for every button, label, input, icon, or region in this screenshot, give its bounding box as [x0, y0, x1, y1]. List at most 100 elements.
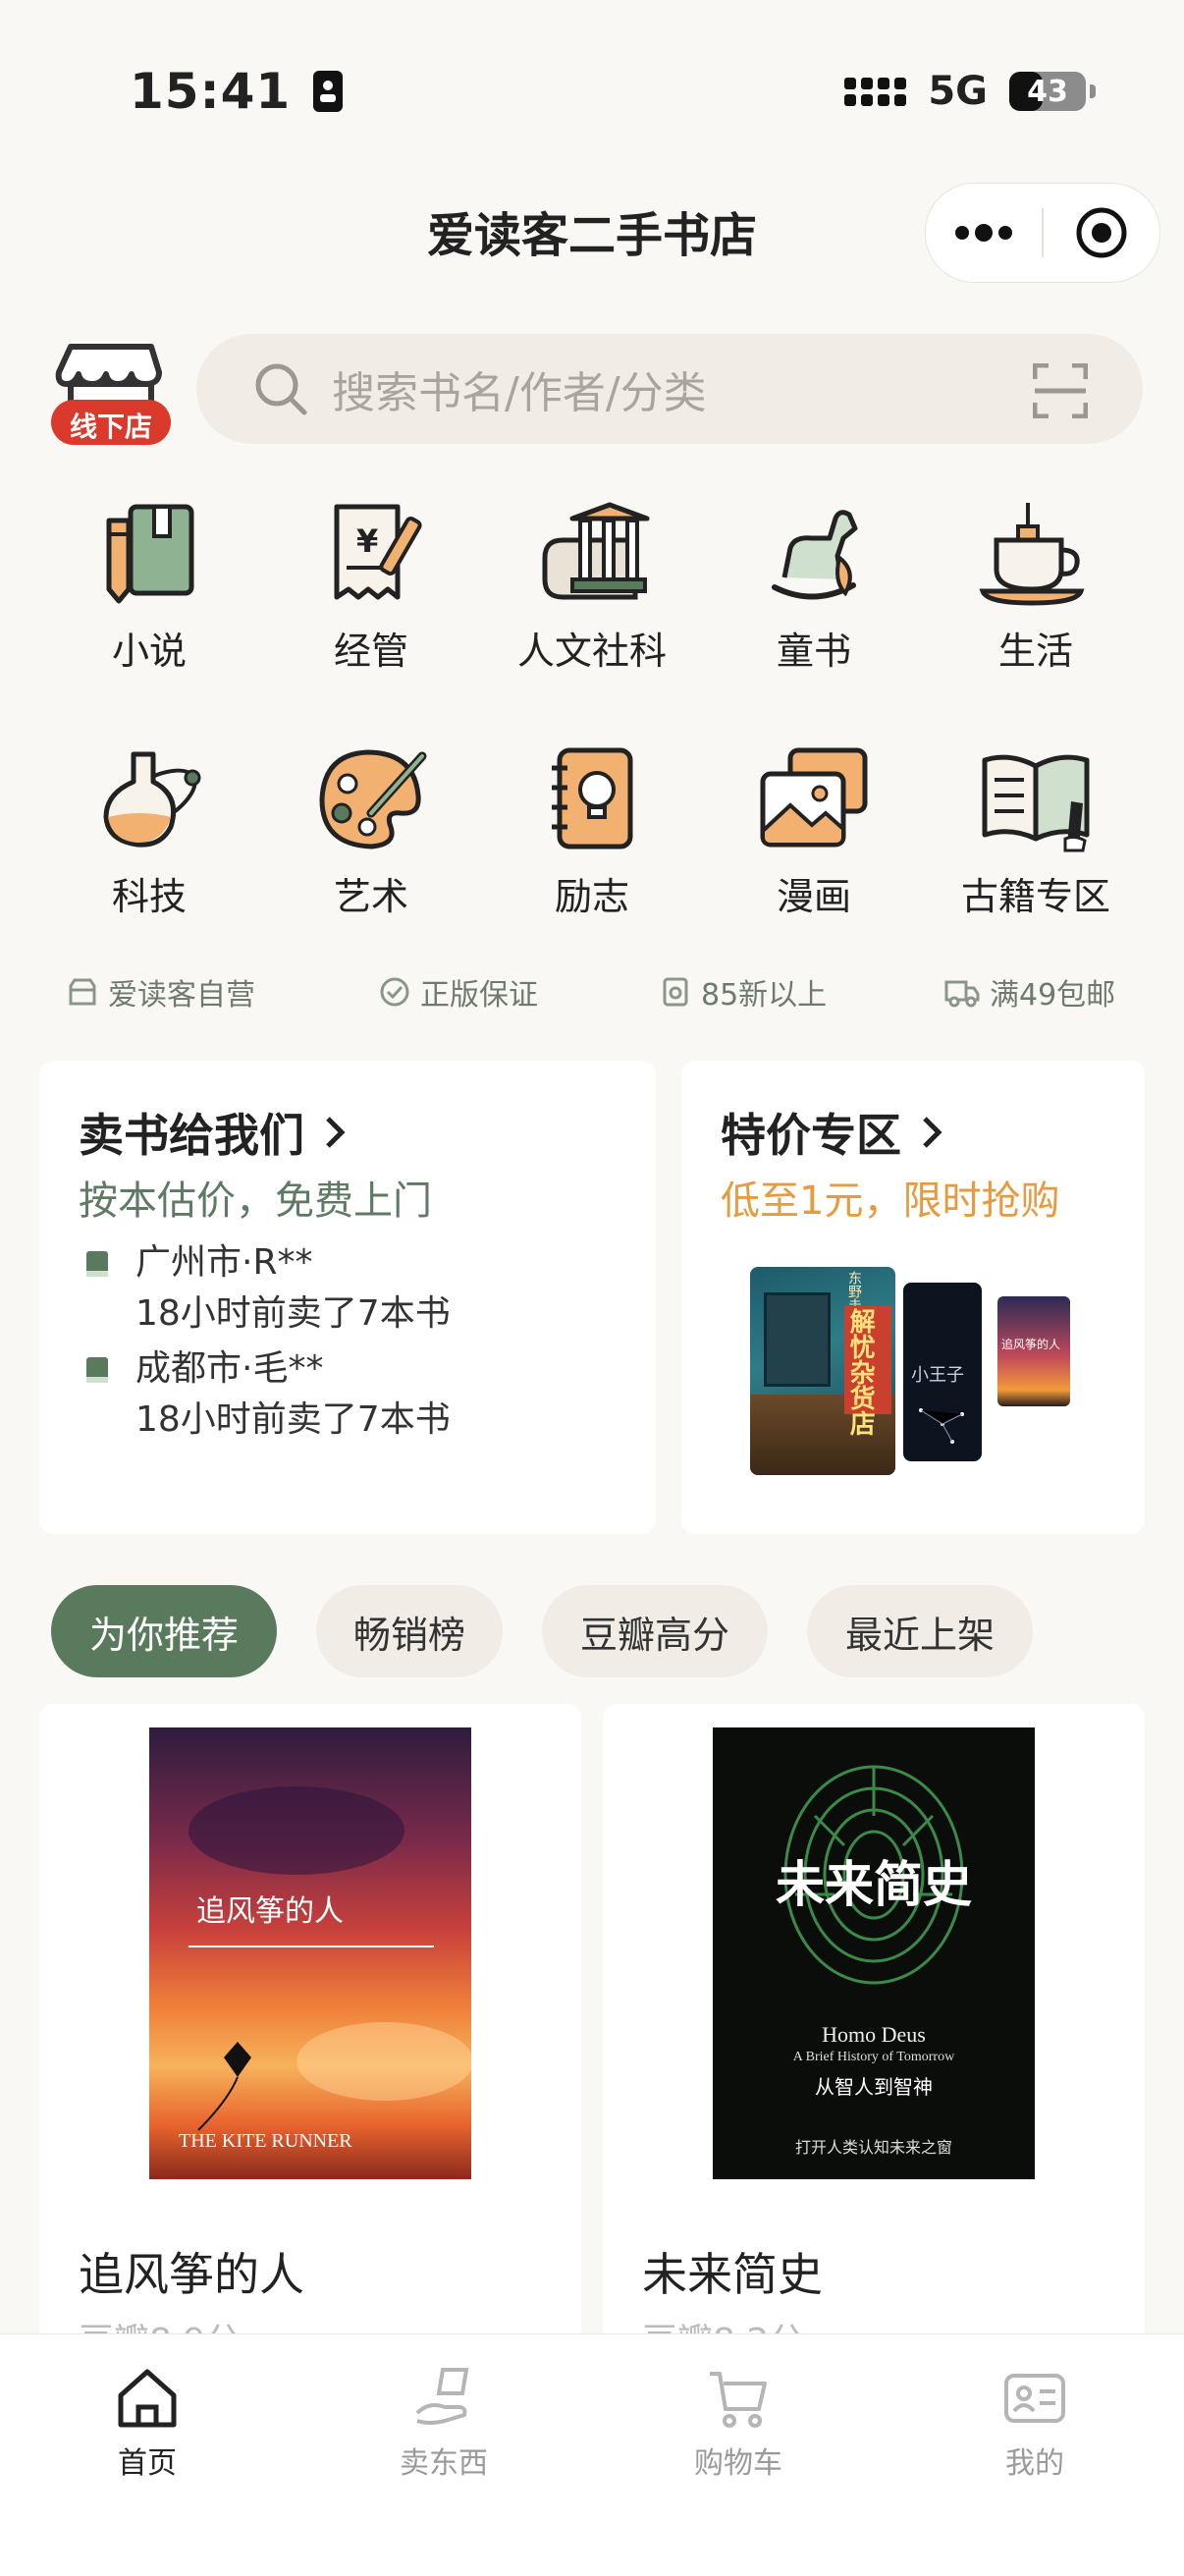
category-label: 童书: [776, 630, 851, 673]
cover-cn-subtitle: 从智人到智神: [815, 2075, 933, 2099]
quality-icon: [663, 977, 688, 1007]
truck-icon: [944, 980, 980, 1008]
temple-icon: [542, 502, 650, 600]
signal-icon: [844, 77, 907, 106]
sell-card-subtitle: 按本估价，免费上门: [79, 1178, 432, 1224]
tab-douban-top[interactable]: 豆瓣高分: [542, 1585, 768, 1677]
record-target-icon: [1076, 207, 1127, 258]
sell-record: [82, 1355, 112, 1389]
shop-small-icon: [69, 978, 96, 1006]
constellation-illustration: [919, 1408, 964, 1444]
product-card[interactable]: 追风筝的人 THE KITE RUNNER 追风筝的人 豆瓣8.9分: [39, 1704, 581, 2391]
offline-store-button[interactable]: 线下店: [49, 339, 173, 447]
novel-book-icon: [106, 504, 194, 604]
tab-bestseller[interactable]: 畅销榜: [316, 1585, 503, 1677]
category-comics[interactable]: 漫画: [716, 744, 912, 920]
category-label: 经管: [333, 630, 408, 673]
category-art[interactable]: 艺术: [273, 744, 469, 920]
product-card[interactable]: 未来简史 Homo Deus A Brief History of Tomorr…: [603, 1704, 1145, 2391]
guarantee-free-shipping: 满49包邮: [944, 970, 1115, 1014]
cover-title: 追风筝的人: [196, 1895, 344, 1928]
svg-text:¥: ¥: [356, 522, 378, 560]
tabbar-home[interactable]: 首页: [49, 2364, 245, 2482]
guarantee-self-operated: 爱读客自营: [67, 970, 255, 1014]
category-label: 生活: [997, 630, 1073, 673]
book-icon: [86, 1357, 108, 1383]
guarantee-authentic: 正版保证: [379, 970, 538, 1014]
category-label: 人文社科: [516, 630, 667, 673]
receipt-icon: ¥: [334, 504, 422, 600]
idea-notebook-icon: [552, 747, 633, 850]
sell-record-detail: 18小时前卖了7本书: [135, 1399, 451, 1440]
battery-icon: 43: [1009, 72, 1086, 111]
category-inspiration[interactable]: 励志: [494, 744, 690, 920]
sale-card-title: 特价专区: [721, 1100, 942, 1165]
guarantee-condition: 85新以上: [660, 970, 827, 1014]
tabbar-sell[interactable]: 卖东西: [346, 2364, 542, 2482]
category-science[interactable]: 科技: [51, 744, 247, 920]
tab-recommended[interactable]: 为你推荐: [51, 1585, 277, 1677]
category-ancient-books[interactable]: 古籍专区: [938, 744, 1134, 920]
category-humanities[interactable]: 人文社科: [494, 499, 690, 675]
tabbar-me[interactable]: 我的: [937, 2364, 1133, 2482]
sell-card-title: 卖书给我们: [79, 1100, 346, 1165]
book-icon: [86, 1251, 108, 1277]
check-circle-icon: [380, 977, 409, 1007]
product-cover: 追风筝的人 THE KITE RUNNER: [149, 1727, 471, 2179]
bottom-tab-bar: 首页 卖东西 购物车 我的: [0, 2333, 1184, 2576]
more-dots-icon: [955, 224, 1012, 242]
sell-record: [82, 1249, 112, 1283]
cover-en-subtitle: A Brief History of Tomorrow: [792, 2050, 955, 2064]
category-label: 科技: [111, 875, 187, 918]
kite-illustration: [197, 2042, 251, 2131]
network-type: 5G: [928, 69, 988, 114]
scan-icon[interactable]: [1033, 363, 1088, 418]
discount-zone-card[interactable]: 特价专区 低至1元，限时抢购 追风筝的人 小王子 东野圭吾 解忧杂货店: [681, 1061, 1145, 1534]
more-button[interactable]: [926, 184, 1042, 282]
close-mini-program-button[interactable]: [1044, 184, 1159, 282]
coffee-cup-icon: [979, 503, 1085, 606]
sale-book-cover: 追风筝的人: [997, 1296, 1070, 1406]
product-title: 追风筝的人: [79, 2248, 304, 2301]
cover-en-title: Homo Deus: [822, 2022, 926, 2047]
sell-record-detail: 18小时前卖了7本书: [135, 1293, 451, 1334]
ancient-book-icon: [982, 754, 1090, 852]
offline-store-badge: 线下店: [69, 411, 152, 443]
cover-subtitle: THE KITE RUNNER: [179, 2130, 352, 2152]
status-time: 15:41: [130, 63, 343, 120]
category-label: 艺术: [333, 875, 408, 918]
category-label: 励志: [554, 875, 629, 918]
chevron-right-icon: [326, 1117, 346, 1148]
category-novel[interactable]: 小说: [51, 499, 247, 675]
cart-icon: [710, 2372, 767, 2428]
profile-card-icon: [1004, 2374, 1065, 2423]
chevron-right-icon: [923, 1117, 942, 1148]
category-label: 古籍专区: [960, 875, 1110, 918]
search-input[interactable]: 搜索书名/作者/分类: [196, 334, 1143, 444]
mini-program-capsule: [925, 183, 1160, 283]
search-icon: [255, 363, 307, 415]
sell-icon: [415, 2368, 469, 2425]
sell-record-user: 广州市·R**: [135, 1242, 313, 1283]
sale-book-cover: 小王子: [903, 1283, 982, 1461]
cover-tagline: 打开人类认知未来之窗: [794, 2138, 952, 2157]
search-placeholder: 搜索书名/作者/分类: [332, 368, 707, 418]
rocking-horse-icon: [772, 510, 858, 600]
sale-book-cover-featured: 东野圭吾 解忧杂货店: [750, 1267, 895, 1475]
sell-books-card[interactable]: 卖书给我们 按本估价，免费上门 广州市·R** 18小时前卖了7本书 成都市·毛…: [39, 1061, 656, 1534]
category-label: 漫画: [776, 875, 851, 918]
cover-title: 未来简史: [776, 1856, 972, 1913]
picture-icon: [760, 747, 868, 848]
product-cover: 未来简史 Homo Deus A Brief History of Tomorr…: [713, 1727, 1035, 2179]
tabbar-cart[interactable]: 购物车: [640, 2364, 836, 2482]
category-label: 小说: [111, 630, 187, 673]
battery-cap: [1090, 84, 1096, 98]
lab-flask-icon: [103, 751, 201, 848]
home-icon: [118, 2369, 177, 2428]
category-children[interactable]: 童书: [716, 499, 912, 675]
category-life[interactable]: 生活: [938, 499, 1134, 675]
category-business[interactable]: ¥ 经管: [273, 499, 469, 675]
sale-card-subtitle: 低至1元，限时抢购: [721, 1178, 1060, 1224]
tab-new-arrivals[interactable]: 最近上架: [807, 1585, 1033, 1677]
sell-record-user: 成都市·毛**: [135, 1348, 324, 1389]
